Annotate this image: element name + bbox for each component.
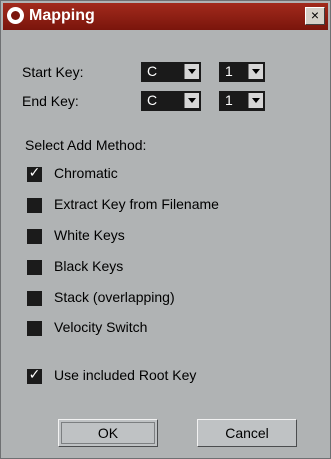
mapping-dialog: Mapping × Start Key: C 1 End Key: C 1 Se…: [0, 0, 331, 459]
title-bar[interactable]: Mapping ×: [3, 3, 328, 30]
start-key-label: Start Key:: [22, 64, 84, 80]
cancel-button-label: Cancel: [225, 425, 269, 441]
stack-checkbox[interactable]: [27, 291, 42, 306]
end-key-note-select[interactable]: C: [141, 91, 201, 111]
start-key-note-value: C: [147, 63, 158, 79]
end-key-octave-value: 1: [225, 92, 233, 108]
white-keys-checkbox[interactable]: [27, 229, 42, 244]
dialog-title: Mapping: [29, 7, 95, 24]
start-key-octave-select[interactable]: 1: [219, 62, 265, 82]
checkmark-icon: ✓: [28, 367, 41, 383]
black-keys-checkbox[interactable]: [27, 260, 42, 275]
white-keys-label[interactable]: White Keys: [54, 227, 125, 243]
end-key-note-value: C: [147, 92, 158, 108]
close-icon: ×: [310, 7, 320, 23]
cancel-button[interactable]: Cancel: [197, 419, 297, 447]
extract-key-checkbox[interactable]: [27, 198, 42, 213]
start-key-octave-value: 1: [225, 63, 233, 79]
velocity-switch-label[interactable]: Velocity Switch: [54, 319, 147, 335]
start-key-note-select[interactable]: C: [141, 62, 201, 82]
stack-label[interactable]: Stack (overlapping): [54, 289, 175, 305]
end-key-octave-select[interactable]: 1: [219, 91, 265, 111]
velocity-switch-checkbox[interactable]: [27, 321, 42, 336]
end-key-label: End Key:: [22, 93, 79, 109]
chevron-down-icon[interactable]: [184, 64, 199, 79]
chromatic-checkbox[interactable]: ✓: [27, 165, 42, 182]
extract-key-label[interactable]: Extract Key from Filename: [54, 196, 219, 212]
ok-button[interactable]: OK: [58, 419, 158, 447]
chromatic-label[interactable]: Chromatic: [54, 165, 118, 181]
root-key-checkbox[interactable]: ✓: [27, 367, 42, 384]
add-method-heading: Select Add Method:: [25, 137, 147, 153]
checkmark-icon: ✓: [28, 165, 41, 181]
black-keys-label[interactable]: Black Keys: [54, 258, 123, 274]
close-button[interactable]: ×: [305, 7, 325, 25]
chevron-down-icon[interactable]: [248, 64, 263, 79]
ok-button-focus-frame: [61, 422, 155, 444]
chevron-down-icon[interactable]: [248, 93, 263, 108]
chevron-down-icon[interactable]: [184, 93, 199, 108]
app-logo-icon: [7, 7, 24, 24]
root-key-label[interactable]: Use included Root Key: [54, 367, 196, 383]
